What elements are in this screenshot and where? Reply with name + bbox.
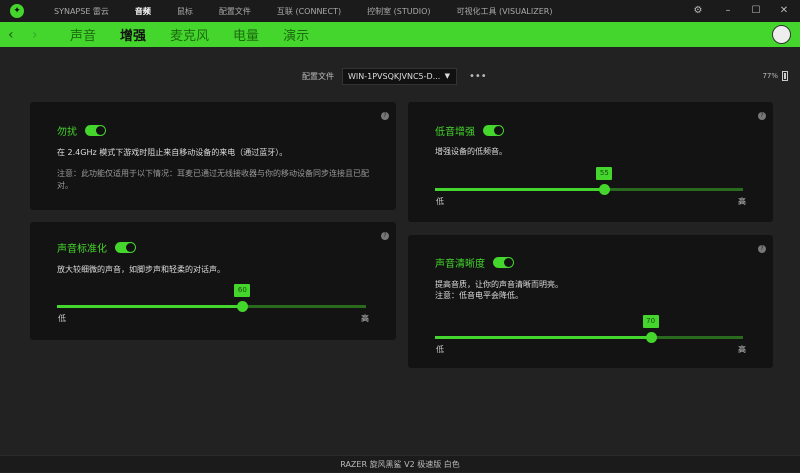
help-icon[interactable]: ?: [758, 112, 766, 120]
slider-low-label: 低: [436, 197, 444, 206]
nav-synapse[interactable]: SYNAPSE 雷云: [54, 6, 109, 17]
slider-high-label: 高: [738, 345, 746, 354]
nav-mouse[interactable]: 鼠标: [177, 6, 193, 17]
help-icon[interactable]: ?: [381, 232, 389, 240]
sub-nav-bar: ‹ › 声音 增强 麦克风 电量 演示: [0, 22, 800, 47]
card-title: 勿扰: [57, 127, 77, 138]
card-note: 注意：低音电平会降低。: [435, 291, 523, 300]
card-title: 声音清晰度: [435, 259, 485, 270]
clarity-toggle[interactable]: [493, 257, 514, 268]
normalization-toggle[interactable]: [115, 242, 136, 253]
card-bass-boost: ? 低音增强 增强设备的低频音。 55 低 高: [408, 102, 773, 222]
nav-visualizer[interactable]: 可视化工具 (VISUALIZER): [457, 6, 553, 17]
slider-low-label: 低: [436, 345, 444, 354]
slider-value-badge: 60: [234, 284, 251, 297]
card-voice-clarity: ? 声音清晰度 提高音质，让你的声音清晰而明亮。 注意：低音电平会降低。 70 …: [408, 235, 773, 368]
battery-percent: 77%: [762, 72, 778, 80]
help-icon[interactable]: ?: [381, 112, 389, 120]
more-options-button[interactable]: •••: [469, 71, 487, 82]
slider-high-label: 高: [738, 197, 746, 206]
tab-enhance[interactable]: 增强: [120, 25, 146, 44]
razer-logo-icon[interactable]: ✦: [10, 4, 24, 18]
card-description: 放大较细微的声音，如脚步声和轻柔的对话声。: [57, 265, 225, 274]
back-chevron-icon[interactable]: ‹: [8, 27, 24, 43]
maximize-button[interactable]: ☐: [742, 0, 770, 22]
profile-value: WIN-1PVSQKJVNC5-D...: [348, 72, 441, 81]
settings-gear-icon[interactable]: ⚙: [684, 0, 712, 22]
nav-connect[interactable]: 互联 (CONNECT): [277, 6, 341, 17]
tab-sound[interactable]: 声音: [70, 25, 96, 44]
title-bar: ✦ SYNAPSE 雷云 音频 鼠标 配置文件 互联 (CONNECT) 控制室…: [0, 0, 800, 22]
profile-dropdown[interactable]: WIN-1PVSQKJVNC5-D... ▼: [342, 68, 457, 85]
normalization-slider[interactable]: 60 低 高: [57, 284, 369, 323]
clarity-slider[interactable]: 70 低 高: [435, 315, 746, 354]
tab-mic[interactable]: 麦克风: [170, 25, 209, 44]
profile-label: 配置文件: [302, 72, 334, 81]
slider-high-label: 高: [361, 314, 369, 323]
minimize-button[interactable]: –: [714, 0, 742, 22]
card-description: 增强设备的低频音。: [435, 147, 507, 156]
tab-power[interactable]: 电量: [233, 25, 259, 44]
bass-boost-toggle[interactable]: [483, 125, 504, 136]
tab-demo[interactable]: 演示: [283, 25, 309, 44]
nav-audio[interactable]: 音频: [135, 6, 151, 17]
help-icon[interactable]: ?: [758, 245, 766, 253]
forward-chevron-icon[interactable]: ›: [32, 27, 48, 43]
card-description: 在 2.4GHz 模式下游戏时阻止来自移动设备的来电（通过蓝牙）。: [57, 148, 288, 157]
slider-value-badge: 70: [642, 315, 659, 328]
battery-status: 77%: [762, 71, 788, 81]
dnd-toggle[interactable]: [85, 125, 106, 136]
card-title: 低音增强: [435, 127, 475, 138]
slider-value-badge: 55: [596, 167, 613, 180]
slider-handle[interactable]: [237, 301, 249, 312]
nav-profiles[interactable]: 配置文件: [219, 6, 251, 17]
bass-boost-slider[interactable]: 55 低 高: [435, 167, 746, 206]
caret-down-icon: ▼: [444, 72, 450, 80]
close-button[interactable]: ✕: [770, 0, 798, 22]
profile-selector-row: 配置文件 WIN-1PVSQKJVNC5-D... ▼ •••: [302, 68, 487, 85]
device-status-bar: RAZER 旋风黑鲨 V2 极速版 白色: [0, 455, 800, 472]
user-avatar[interactable]: [772, 25, 791, 44]
slider-low-label: 低: [58, 314, 66, 323]
card-do-not-disturb: ? 勿扰 在 2.4GHz 模式下游戏时阻止来自移动设备的来电（通过蓝牙）。 注…: [30, 102, 396, 210]
slider-handle[interactable]: [599, 184, 611, 195]
card-title: 声音标准化: [57, 244, 107, 255]
card-sound-normalization: ? 声音标准化 放大较细微的声音，如脚步声和轻柔的对话声。 60 低 高: [30, 222, 396, 340]
battery-icon: [782, 71, 788, 81]
card-note: 注意：此功能仅适用于以下情况：耳麦已通过无线接收器与你的移动设备同步连接且已配对…: [57, 169, 369, 190]
nav-studio[interactable]: 控制室 (STUDIO): [367, 6, 430, 17]
slider-handle[interactable]: [645, 332, 657, 343]
